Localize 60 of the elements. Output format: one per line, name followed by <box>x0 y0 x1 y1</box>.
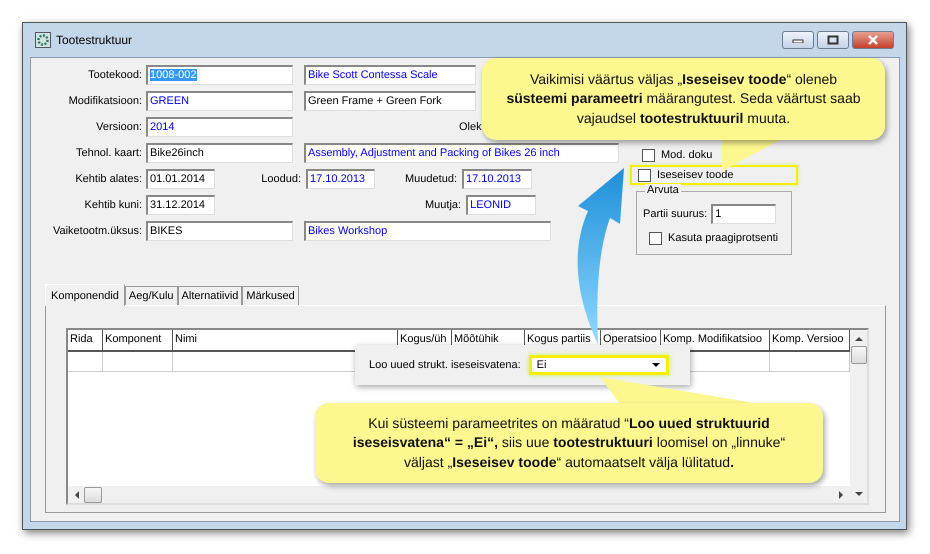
field-label: Muudetud: <box>404 173 457 185</box>
text-field[interactable]: Bikes Workshop <box>304 221 551 241</box>
text-field[interactable]: GREEN <box>146 91 293 111</box>
tab[interactable]: Aeg/Kulu <box>124 286 178 305</box>
field-label: Muutja: <box>425 199 462 211</box>
field-label: Partii suurus: <box>643 208 708 220</box>
gear-icon <box>35 32 51 48</box>
field-label: Loodud: <box>260 173 301 185</box>
dropdown-arrow-icon[interactable] <box>650 362 661 368</box>
text-field[interactable]: 17.10.2013 <box>306 169 375 189</box>
tab[interactable]: Alternatiivid <box>178 286 242 305</box>
checkbox[interactable] <box>649 232 662 244</box>
maximize-button[interactable] <box>817 31 849 49</box>
scroll-thumb[interactable] <box>850 346 866 364</box>
checkbox[interactable] <box>642 148 655 162</box>
field-label: Modifikatsioon: <box>68 95 142 107</box>
field-label: Vaiketootm.üksus: <box>52 225 142 237</box>
scroll-left-icon[interactable] <box>74 490 80 498</box>
scroll-thumb[interactable] <box>84 486 102 502</box>
text-field[interactable]: LEONID <box>466 195 536 215</box>
text-field[interactable]: Bike Scott Contessa Scale <box>304 65 476 85</box>
field-label: Loo uued strukt. iseseisvatena: <box>369 359 521 371</box>
dropdown[interactable]: Ei <box>528 355 669 375</box>
close-button[interactable] <box>852 31 894 49</box>
minimize-button[interactable] <box>782 31 814 49</box>
scroll-down-icon[interactable] <box>854 491 862 497</box>
text-field[interactable]: Green Frame + Green Fork <box>304 91 476 111</box>
text-field[interactable]: 2014 <box>146 117 293 137</box>
checkbox-label: Mod. doku <box>661 149 712 161</box>
text-field[interactable]: 01.01.2014 <box>146 169 215 189</box>
field-label: Tootekood: <box>87 69 142 81</box>
window-title: Tootestruktuur <box>56 33 132 47</box>
field-label: Versioon: <box>95 121 142 133</box>
maximize-icon <box>827 35 839 45</box>
scroll-right-icon[interactable] <box>838 490 844 498</box>
callout-text: Vaikimisi väärtus väljas „Iseseisev toode“ oleneb süsteemi parameetri määrangutest. Seda väärtust saab vajaudsel tootestruktuuril muuta. <box>505 70 862 128</box>
field-label: Tehnol. kaart: <box>74 147 142 159</box>
batch-size-field[interactable]: 1 <box>711 204 776 224</box>
checkbox-label: Iseseisev toode <box>657 169 734 181</box>
tab[interactable]: Komponendid <box>45 284 125 306</box>
text-field[interactable]: 17.10.2013 <box>462 169 532 189</box>
text-field[interactable]: BIKES <box>146 221 293 241</box>
text-field[interactable]: 31.12.2014 <box>146 195 215 215</box>
field-label: Kehtib alates: <box>74 173 142 185</box>
callout-text: Kui süsteemi parameetrites on määratud “Loo uued struktuurid iseseisvatena“ = „Ei“, siis uue tootestruktuuri loomisel on „linnuke“ väljast „Iseseisev toode“ automaatselt välja lülitatud. <box>352 414 786 472</box>
field-label: Olek <box>459 121 482 133</box>
tab[interactable]: Märkused <box>242 286 299 305</box>
text-field[interactable]: Assembly, Adjustment and Packing of Bikes 26 inch <box>304 143 619 163</box>
column-header[interactable]: Komponent <box>103 330 173 350</box>
scroll-up-icon[interactable] <box>854 336 862 342</box>
text-field[interactable]: Bike26inch <box>146 143 293 163</box>
horizontal-scrollbar[interactable] <box>68 486 850 503</box>
column-header[interactable]: Rida <box>68 330 103 350</box>
group-title: Arvuta <box>645 184 681 196</box>
vertical-scrollbar[interactable] <box>850 330 867 503</box>
checkbox[interactable] <box>638 168 651 182</box>
checkbox-label: Kasuta praagiprotsenti <box>668 232 778 244</box>
minimize-icon <box>792 37 804 43</box>
close-icon <box>866 35 880 45</box>
field-label: Kehtib kuni: <box>84 199 142 211</box>
